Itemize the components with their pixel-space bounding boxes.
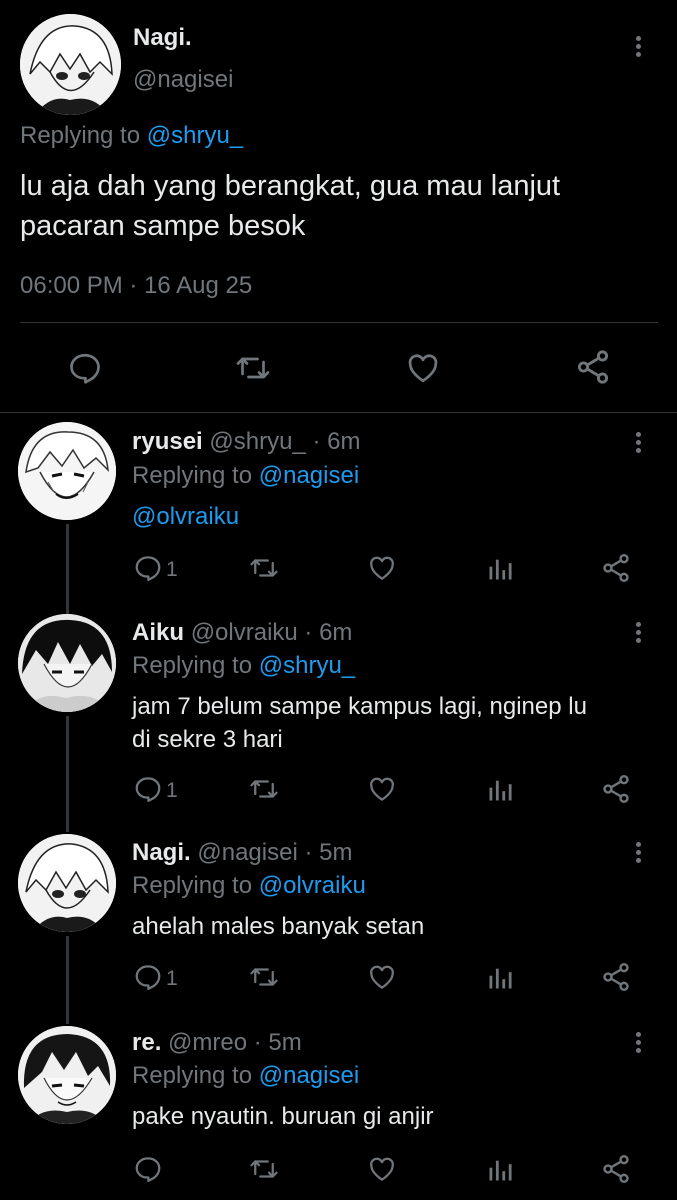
like-icon[interactable]: [366, 553, 398, 583]
reply-name[interactable]: Aiku: [132, 619, 184, 646]
views-icon[interactable]: [486, 555, 514, 583]
reply-handle[interactable]: @nagisei: [197, 839, 297, 866]
reply-avatar[interactable]: [18, 834, 116, 932]
reply-replying: Replying to @olvraiku: [132, 872, 366, 900]
reply-icon[interactable]: [133, 1154, 163, 1184]
more-vertical-icon[interactable]: [636, 842, 642, 866]
reply-text-line1: ahelah males banyak setan: [132, 913, 425, 940]
reply-handle[interactable]: @mreo: [168, 1029, 247, 1056]
reply-count: 1: [166, 558, 178, 581]
reply-time: · 6m: [304, 619, 353, 646]
main-tweet-divider: [20, 322, 658, 323]
retweet-icon[interactable]: [248, 553, 280, 583]
reply-icon[interactable]: [66, 350, 104, 386]
reply-name[interactable]: Nagi.: [132, 839, 191, 866]
main-tweet-text-line1: lu aja dah yang berangkat, gua mau lanju…: [20, 170, 561, 202]
replying-to-link[interactable]: @nagisei: [259, 1062, 359, 1089]
reply-icon[interactable]: [133, 962, 163, 992]
replying-prefix: Replying to: [132, 1062, 253, 1089]
reply-time: · 5m: [253, 1029, 302, 1056]
main-tweet-text-line2: pacaran sampe besok: [20, 210, 306, 242]
more-vertical-icon[interactable]: [636, 1032, 642, 1056]
like-icon[interactable]: [366, 1154, 398, 1184]
reply-header: re. @mreo · 5m: [132, 1029, 302, 1057]
replying-to-link[interactable]: @shryu_: [147, 122, 243, 149]
retweet-icon[interactable]: [233, 350, 273, 386]
reply-name[interactable]: ryusei: [132, 428, 203, 455]
retweet-icon[interactable]: [248, 1154, 280, 1184]
reply-avatar[interactable]: [18, 422, 116, 520]
share-icon[interactable]: [600, 552, 632, 584]
views-icon[interactable]: [486, 1156, 514, 1184]
thread-line: [66, 936, 69, 1024]
main-tweet-name[interactable]: Nagi.: [133, 24, 192, 52]
share-icon[interactable]: [574, 348, 612, 386]
more-vertical-icon[interactable]: [636, 36, 642, 60]
share-icon[interactable]: [600, 773, 632, 805]
reply-avatar[interactable]: [18, 1026, 116, 1124]
share-icon[interactable]: [600, 961, 632, 993]
reply-text-line1: pake nyautin. buruan gi anjir: [132, 1103, 434, 1130]
share-icon[interactable]: [600, 1153, 632, 1185]
replying-prefix: Replying to: [132, 652, 253, 679]
replying-to-link[interactable]: @nagisei: [259, 462, 359, 489]
replying-to-link[interactable]: @olvraiku: [259, 872, 366, 899]
reply-avatar[interactable]: [18, 614, 116, 712]
reply-text-line1: jam 7 belum sampe kampus lagi, nginep lu: [132, 693, 587, 720]
reply-count: 1: [166, 779, 178, 802]
replying-prefix: Replying to: [132, 462, 253, 489]
replying-prefix: Replying to: [20, 122, 141, 149]
reply-replying: Replying to @nagisei: [132, 1062, 359, 1090]
like-icon[interactable]: [403, 350, 443, 386]
thread-line: [66, 524, 69, 614]
main-tweet-replying: Replying to @shryu_: [20, 122, 243, 150]
reply-handle[interactable]: @olvraiku: [191, 619, 298, 646]
retweet-icon[interactable]: [248, 962, 280, 992]
reply-replying: Replying to @shryu_: [132, 652, 355, 680]
like-icon[interactable]: [366, 774, 398, 804]
reply-header: Aiku @olvraiku · 6m: [132, 619, 352, 647]
reply-text-mention[interactable]: @olvraiku: [132, 503, 239, 531]
retweet-icon[interactable]: [248, 774, 280, 804]
replying-prefix: Replying to: [132, 872, 253, 899]
thread-line: [66, 716, 69, 832]
reply-text-line2: di sekre 3 hari: [132, 726, 283, 753]
reply-header: ryusei @shryu_ · 6m: [132, 428, 360, 456]
reply-name[interactable]: re.: [132, 1029, 161, 1056]
main-tweet-avatar[interactable]: [20, 14, 121, 115]
reply-icon[interactable]: [133, 553, 163, 583]
main-tweet-handle[interactable]: @nagisei: [133, 66, 233, 94]
reply-replying: Replying to @nagisei: [132, 462, 359, 490]
reply-time: · 6m: [312, 428, 361, 455]
views-icon[interactable]: [486, 776, 514, 804]
reply-icon[interactable]: [133, 774, 163, 804]
main-tweet-timestamp: 06:00 PM · 16 Aug 25: [20, 272, 253, 299]
reply-header: Nagi. @nagisei · 5m: [132, 839, 352, 867]
reply-handle[interactable]: @shryu_: [209, 428, 305, 455]
like-icon[interactable]: [366, 962, 398, 992]
reply-count: 1: [166, 967, 178, 990]
section-divider: [0, 412, 677, 413]
reply-time: · 5m: [304, 839, 353, 866]
views-icon[interactable]: [486, 964, 514, 992]
replying-to-link[interactable]: @shryu_: [259, 652, 355, 679]
more-vertical-icon[interactable]: [636, 432, 642, 456]
more-vertical-icon[interactable]: [636, 622, 642, 646]
